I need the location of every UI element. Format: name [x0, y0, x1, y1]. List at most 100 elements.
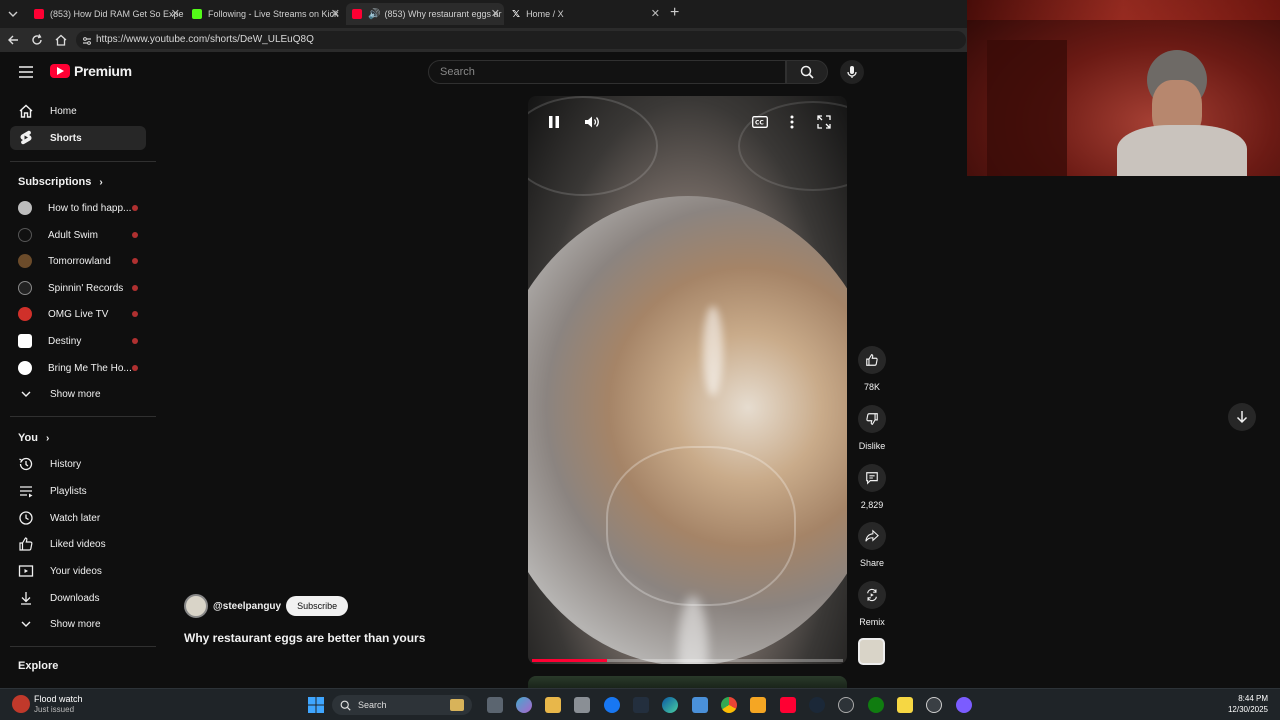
share-button[interactable]: [858, 522, 886, 550]
file-explorer-icon[interactable]: [545, 697, 561, 713]
chrome-icon[interactable]: [721, 697, 737, 713]
edge-icon[interactable]: [662, 697, 678, 713]
subscription-label: OMG Live TV: [48, 308, 109, 320]
app-icon[interactable]: [838, 697, 854, 713]
sidebar-subscription[interactable]: Adult Swim: [10, 223, 146, 247]
channel-avatar-icon[interactable]: [184, 594, 208, 618]
url-field[interactable]: https://www.youtube.com/shorts/DeW_ULEuQ…: [76, 31, 966, 49]
voice-search-button[interactable]: [840, 60, 864, 84]
download-icon: [18, 590, 34, 606]
show-more-button[interactable]: Show more: [10, 382, 146, 406]
close-tab-icon[interactable]: ✕: [331, 7, 340, 20]
browser-tab[interactable]: 𝕏 Home / X ✕: [506, 3, 664, 25]
sidebar-subscription[interactable]: OMG Live TV: [10, 302, 146, 326]
more-options-button[interactable]: [780, 110, 804, 134]
video-icon: [18, 563, 34, 579]
sidebar-item-downloads[interactable]: Downloads: [10, 586, 146, 610]
tab-title: (853) How Did RAM Get So Expen: [50, 9, 184, 19]
speaker-icon[interactable]: 🔊: [368, 9, 380, 20]
weather-title[interactable]: Flood watch: [34, 694, 83, 704]
close-tab-icon[interactable]: ✕: [491, 7, 500, 20]
pan-highlight: [703, 306, 723, 396]
sidebar-item-your-videos[interactable]: Your videos: [10, 559, 146, 583]
sound-thumbnail-icon[interactable]: [858, 638, 885, 665]
logo-text: Premium: [74, 63, 132, 79]
youtube-app-icon[interactable]: [780, 697, 796, 713]
sidebar-subscription[interactable]: Spinnin' Records: [10, 276, 146, 300]
sidebar-subscription[interactable]: How to find happ...: [10, 196, 146, 220]
like-action[interactable]: 78K: [858, 346, 886, 392]
microphone-icon: [847, 66, 857, 78]
site-info-icon[interactable]: [82, 35, 92, 53]
fullscreen-button[interactable]: [812, 110, 836, 134]
task-view-icon[interactable]: [487, 697, 503, 713]
store-icon[interactable]: [574, 697, 590, 713]
pause-button[interactable]: [542, 110, 566, 134]
taskbar-search[interactable]: Search: [332, 695, 472, 715]
sidebar-item-watch-later[interactable]: Watch later: [10, 506, 146, 530]
copilot-icon[interactable]: [516, 697, 532, 713]
channel-handle[interactable]: @steelpanguy: [213, 601, 281, 612]
sticky-notes-icon[interactable]: [897, 697, 913, 713]
volume-button[interactable]: [580, 110, 604, 134]
search-button[interactable]: [786, 60, 828, 84]
vlc-icon[interactable]: [750, 697, 766, 713]
xbox-icon[interactable]: [868, 697, 884, 713]
tab-list-chevron-icon[interactable]: [6, 7, 20, 21]
search-input[interactable]: Search: [428, 60, 786, 84]
address-bar-row: https://www.youtube.com/shorts/DeW_ULEuQ…: [0, 28, 968, 52]
subscribe-button[interactable]: Subscribe: [286, 596, 349, 616]
close-tab-icon[interactable]: ✕: [651, 7, 660, 20]
captions-button[interactable]: CC: [748, 110, 772, 134]
subscriptions-heading[interactable]: Subscriptions ›: [18, 176, 103, 188]
like-button[interactable]: [858, 346, 886, 374]
dislike-button[interactable]: [858, 405, 886, 433]
comments-action[interactable]: 2,829: [858, 464, 886, 510]
you-heading[interactable]: You ›: [18, 432, 49, 444]
facebook-icon[interactable]: [604, 697, 620, 713]
sidebar-item-liked-videos[interactable]: Liked videos: [10, 532, 146, 556]
browser-tab-active[interactable]: 🔊 (853) Why restaurant eggs ar ✕: [346, 3, 504, 25]
clock-time[interactable]: 8:44 PM: [1222, 694, 1268, 703]
reload-icon[interactable]: [30, 33, 44, 52]
chevron-right-icon: ›: [99, 176, 103, 188]
dislike-action[interactable]: Dislike: [858, 405, 886, 451]
comments-button[interactable]: [858, 464, 886, 492]
sidebar-item-shorts[interactable]: Shorts: [10, 126, 146, 150]
menu-icon[interactable]: [18, 65, 34, 84]
youtube-logo[interactable]: Premium: [50, 63, 132, 79]
sidebar-subscription[interactable]: Tomorrowland: [10, 249, 146, 273]
home-page-icon[interactable]: [54, 33, 68, 52]
sidebar-subscription[interactable]: Bring Me The Ho...: [10, 356, 146, 380]
browser-tab[interactable]: Following - Live Streams on Kick ✕: [186, 3, 344, 25]
steam-icon[interactable]: [809, 697, 825, 713]
live-indicator-icon: [132, 365, 138, 371]
sidebar-item-label: Watch later: [50, 512, 101, 524]
channel-avatar-icon: [18, 307, 32, 321]
obs-icon[interactable]: [926, 697, 942, 713]
next-short-button[interactable]: [1228, 403, 1256, 431]
thumbs-up-icon: [866, 354, 878, 366]
app-circle-icon[interactable]: [956, 697, 972, 713]
browser-tab[interactable]: (853) How Did RAM Get So Expen ✕: [26, 3, 184, 25]
new-tab-button[interactable]: +: [670, 4, 679, 22]
sidebar-subscription[interactable]: Destiny: [10, 329, 146, 353]
remix-button[interactable]: [858, 581, 886, 609]
show-more-button[interactable]: Show more: [10, 612, 146, 636]
sidebar-item-history[interactable]: History: [10, 452, 146, 476]
back-icon[interactable]: [6, 33, 20, 52]
weather-alert-icon[interactable]: [12, 695, 30, 713]
remix-action[interactable]: Remix: [858, 581, 886, 627]
windows-start-icon[interactable]: [308, 697, 324, 718]
calculator-icon[interactable]: [692, 697, 708, 713]
next-short-preview[interactable]: [528, 676, 847, 688]
shorts-video-player[interactable]: CC: [528, 96, 847, 664]
video-progress-bar[interactable]: [532, 659, 843, 662]
frying-pan-image: [528, 196, 847, 664]
close-tab-icon[interactable]: ✕: [171, 7, 180, 20]
sidebar-item-home[interactable]: Home: [10, 99, 146, 123]
share-action[interactable]: Share: [858, 522, 886, 568]
amazon-icon[interactable]: [633, 697, 649, 713]
clock-date[interactable]: 12/30/2025: [1214, 705, 1268, 714]
sidebar-item-playlists[interactable]: Playlists: [10, 479, 146, 503]
